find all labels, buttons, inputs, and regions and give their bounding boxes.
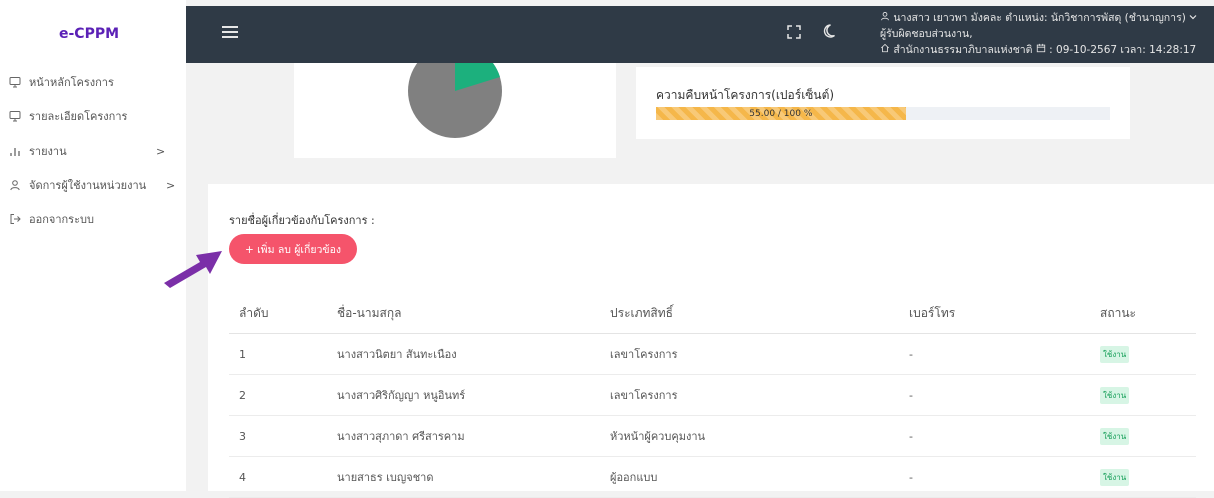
date-time: : 09-10-2567 เวลา: 14:28:17 bbox=[1049, 44, 1197, 56]
row-name: นางสาวสุภาดา ศรีสารคาม bbox=[337, 430, 465, 443]
column-header-name: ชื่อ-นามสกุล bbox=[337, 306, 402, 320]
sidebar-item-manage-users[interactable]: จัดการผู้ใช้งานหน่วยงาน > bbox=[8, 175, 186, 195]
column-header-no: ลำดับ bbox=[239, 306, 269, 320]
status-badge: ใช้งาน bbox=[1100, 427, 1130, 445]
progress-label: ความคืบหน้าโครงการ(เปอร์เซ็นต์) bbox=[656, 88, 835, 102]
dark-mode-icon[interactable] bbox=[822, 22, 840, 40]
monitor-icon bbox=[8, 75, 22, 89]
calendar-icon bbox=[1036, 43, 1049, 56]
user-icon bbox=[8, 178, 22, 192]
annotation-arrow bbox=[164, 251, 222, 288]
hamburger-menu-icon[interactable] bbox=[222, 26, 238, 38]
row-number: 1 bbox=[239, 347, 246, 361]
column-header-status: สถานะ bbox=[1100, 306, 1136, 320]
sidebar-item-label: รายละเอียดโครงการ bbox=[29, 110, 128, 123]
column-header-phone: เบอร์โทร bbox=[909, 306, 956, 320]
sidebar-item-label: หน้าหลักโครงการ bbox=[29, 76, 114, 89]
table-row: 3 นางสาวสุภาดา ศรีสารคาม หัวหน้าผู้ควบคุ… bbox=[229, 416, 1196, 457]
sidebar-item-project-details[interactable]: รายละเอียดโครงการ bbox=[8, 106, 127, 126]
row-phone: - bbox=[909, 347, 913, 361]
user-icon bbox=[880, 12, 893, 24]
row-phone: - bbox=[909, 470, 913, 484]
chevron-right-icon: > bbox=[156, 144, 166, 158]
organization-name: สำนักงานธรรมาภิบาลแห่งชาติ bbox=[893, 44, 1033, 56]
row-number: 2 bbox=[239, 388, 246, 402]
table-row: 4 นายสาธร เบญจชาด ผู้ออกแบบ - ใช้งาน bbox=[229, 457, 1196, 498]
pie-chart-card bbox=[294, 63, 616, 158]
monitor-icon bbox=[8, 109, 22, 123]
row-role: ผู้ออกแบบ bbox=[610, 471, 658, 484]
fullscreen-icon[interactable] bbox=[786, 24, 802, 40]
user-role: ผู้รับผิดชอบส่วนงาน, bbox=[880, 28, 973, 40]
progress-text: 55.00 / 100 % bbox=[749, 108, 813, 119]
sidebar-item-label: รายงาน bbox=[29, 145, 67, 158]
row-name: นางสาวศิริกัญญา หนูอินทร์ bbox=[337, 389, 466, 402]
sidebar: e-CPPM หน้าหลักโครงการ รายละเอียดโครงการ… bbox=[0, 0, 186, 491]
top-navbar: นางสาว เยาวพา มังคละ ตำแหน่ง: นักวิชาการ… bbox=[186, 6, 1214, 63]
progress-bar: 55.00 / 100 % bbox=[656, 107, 1110, 120]
row-number: 3 bbox=[239, 429, 246, 443]
row-role: หัวหน้าผู้ควบคุมงาน bbox=[610, 430, 706, 443]
progress-pie-chart bbox=[408, 63, 502, 138]
logout-icon bbox=[8, 212, 22, 226]
sidebar-item-logout[interactable]: ออกจากระบบ bbox=[8, 209, 94, 229]
home-icon bbox=[880, 43, 893, 56]
brand-logo[interactable]: e-CPPM bbox=[59, 26, 119, 42]
row-role: เลขาโครงการ bbox=[610, 348, 678, 361]
status-badge: ใช้งาน bbox=[1100, 386, 1130, 404]
sidebar-item-project-home[interactable]: หน้าหลักโครงการ bbox=[8, 72, 114, 92]
sidebar-item-label: ออกจากระบบ bbox=[29, 213, 94, 226]
related-people-title: รายชื่อผู้เกี่ยวข้องกับโครงการ : bbox=[229, 214, 375, 227]
table-header: ลำดับ ชื่อ-นามสกุล ประเภทสิทธิ์ เบอร์โทร… bbox=[229, 294, 1196, 334]
bar-chart-icon bbox=[8, 144, 22, 158]
row-role: เลขาโครงการ bbox=[610, 389, 678, 402]
row-name: นางสาวนิตยา สันทะเนือง bbox=[337, 348, 457, 361]
progress-bar-fill: 55.00 / 100 % bbox=[656, 107, 906, 120]
related-people-table: ลำดับ ชื่อ-นามสกุล ประเภทสิทธิ์ เบอร์โทร… bbox=[229, 294, 1196, 498]
status-badge: ใช้งาน bbox=[1100, 345, 1130, 363]
row-phone: - bbox=[909, 429, 913, 443]
table-row: 2 นางสาวศิริกัญญา หนูอินทร์ เลขาโครงการ … bbox=[229, 375, 1196, 416]
sidebar-item-label: จัดการผู้ใช้งานหน่วยงาน bbox=[29, 179, 147, 192]
chevron-right-icon: > bbox=[166, 178, 176, 192]
table-row: 1 นางสาวนิตยา สันทะเนือง เลขาโครงการ - ใ… bbox=[229, 334, 1196, 375]
row-phone: - bbox=[909, 388, 913, 402]
chevron-down-icon[interactable] bbox=[1189, 12, 1197, 24]
add-remove-related-button[interactable]: + เพิ่ม ลบ ผู้เกี่ยวข้อง bbox=[229, 234, 357, 264]
status-badge: ใช้งาน bbox=[1100, 468, 1130, 486]
user-name: นางสาว เยาวพา มังคละ ตำแหน่ง: นักวิชาการ… bbox=[893, 12, 1186, 24]
sidebar-item-reports[interactable]: รายงาน > bbox=[8, 141, 178, 161]
column-header-role: ประเภทสิทธิ์ bbox=[610, 306, 673, 320]
row-name: นายสาธร เบญจชาด bbox=[337, 471, 434, 484]
row-number: 4 bbox=[239, 470, 246, 484]
user-info[interactable]: นางสาว เยาวพา มังคละ ตำแหน่ง: นักวิชาการ… bbox=[880, 10, 1197, 58]
